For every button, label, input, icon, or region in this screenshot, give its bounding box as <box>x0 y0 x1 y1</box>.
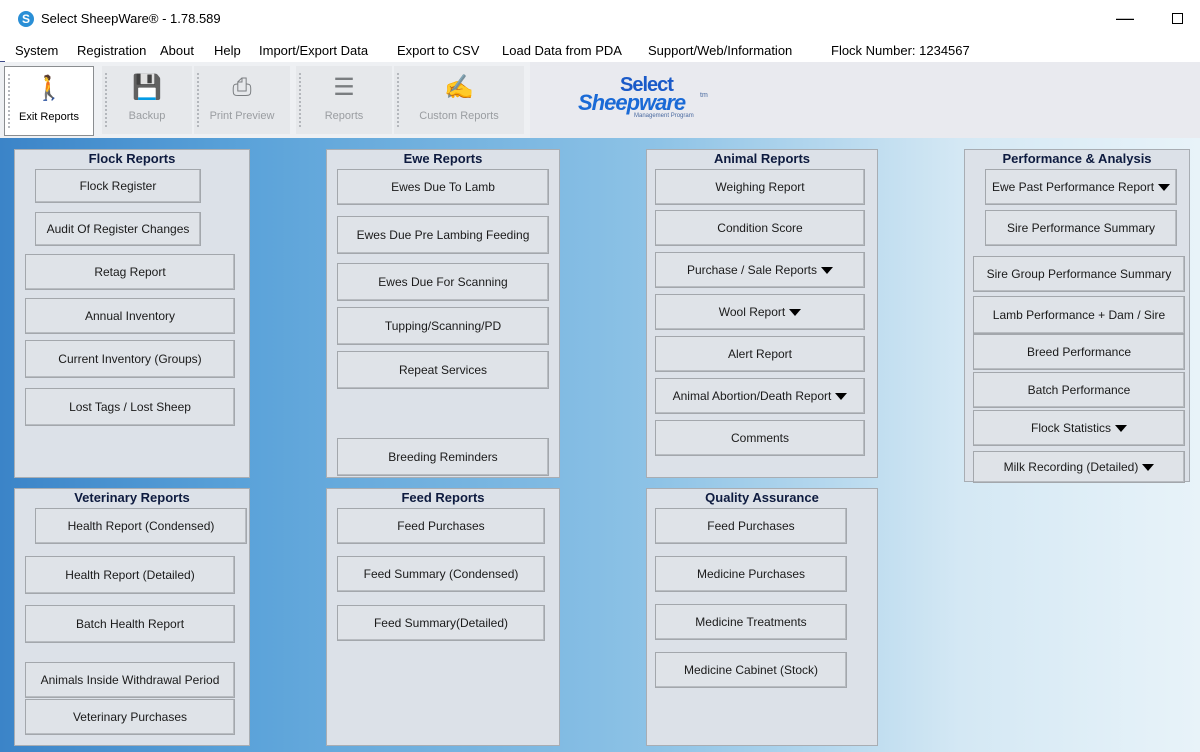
qa-feed-purchases-button[interactable]: Feed Purchases <box>655 508 847 544</box>
exit-reports-label: Exit Reports <box>19 111 79 123</box>
panel-title: Ewe Reports <box>403 151 483 166</box>
flock-register-button[interactable]: Flock Register <box>35 169 201 203</box>
health-report-detailed-button[interactable]: Health Report (Detailed) <box>25 556 235 594</box>
menu-registration[interactable]: Registration <box>77 43 146 58</box>
batch-performance-button[interactable]: Batch Performance <box>973 372 1185 408</box>
lamb-performance-dam-sire-button[interactable]: Lamb Performance + Dam / Sire <box>973 296 1185 334</box>
medicine-cabinet-stock-button[interactable]: Medicine Cabinet (Stock) <box>655 652 847 688</box>
reports-button[interactable]: ☰ Reports <box>296 66 392 134</box>
sire-performance-summary-button[interactable]: Sire Performance Summary <box>985 210 1177 246</box>
window-title: Select SheepWare® - 1.78.589 <box>41 11 221 26</box>
document-edit-icon: ✍ <box>444 74 474 101</box>
backup-button[interactable]: 💾 Backup <box>102 66 192 134</box>
ewes-due-to-lamb-button[interactable]: Ewes Due To Lamb <box>337 169 549 205</box>
feed-summary-detailed-button[interactable]: Feed Summary(Detailed) <box>337 605 545 641</box>
sheepware-logo: Select Sheepware tm Management Program <box>578 74 708 119</box>
menu-help[interactable]: Help <box>214 43 241 58</box>
panel-title: Performance & Analysis <box>1002 151 1152 166</box>
repeat-services-button[interactable]: Repeat Services <box>337 351 549 389</box>
performance-analysis-panel: Performance & Analysis Ewe Past Performa… <box>964 149 1190 483</box>
condition-score-button[interactable]: Condition Score <box>655 210 865 246</box>
reports-label: Reports <box>324 110 364 122</box>
app-logo-icon: S <box>18 11 34 27</box>
menu-load-pda[interactable]: Load Data from PDA <box>502 43 622 58</box>
quality-assurance-panel: Quality Assurance Feed Purchases Medicin… <box>646 488 878 746</box>
document-icon: ☰ <box>333 74 355 101</box>
print-preview-label: Print Preview <box>209 110 275 122</box>
ewes-due-for-scanning-button[interactable]: Ewes Due For Scanning <box>337 263 549 301</box>
animals-inside-withdrawal-period-button[interactable]: Animals Inside Withdrawal Period <box>25 662 235 698</box>
printer-icon: ⎙ <box>232 74 252 101</box>
ewe-past-performance-report-button[interactable]: Ewe Past Performance Report <box>985 169 1177 205</box>
panel-title: Animal Reports <box>713 151 811 166</box>
ewes-due-pre-lambing-feeding-button[interactable]: Ewes Due Pre Lambing Feeding <box>337 216 549 254</box>
milk-recording-detailed-button[interactable]: Milk Recording (Detailed) <box>973 451 1185 483</box>
menu-support[interactable]: Support/Web/Information <box>648 43 792 58</box>
panel-title: Veterinary Reports <box>74 490 190 505</box>
menu-import-export[interactable]: Import/Export Data <box>259 43 368 58</box>
alert-report-button[interactable]: Alert Report <box>655 336 865 372</box>
menu-export-csv[interactable]: Export to CSV <box>397 43 479 58</box>
dropdown-arrow-icon <box>1115 424 1127 432</box>
floppy-disk-icon: 💾 <box>132 74 162 101</box>
breeding-reminders-button[interactable]: Breeding Reminders <box>337 438 549 476</box>
medicine-treatments-button[interactable]: Medicine Treatments <box>655 604 847 640</box>
menu-bar: System Registration About Help Import/Ex… <box>0 40 1200 61</box>
custom-reports-button[interactable]: ✍ Custom Reports <box>394 66 524 134</box>
panel-title: Flock Reports <box>88 151 176 166</box>
dropdown-arrow-icon <box>821 266 834 274</box>
dropdown-arrow-icon <box>1158 183 1171 191</box>
flock-reports-panel: Flock Reports Flock Register Audit Of Re… <box>14 149 250 478</box>
flock-statistics-button[interactable]: Flock Statistics <box>973 410 1185 446</box>
title-bar: S Select SheepWare® - 1.78.589 — <box>0 0 1200 40</box>
maximize-button[interactable] <box>1162 4 1192 32</box>
weighing-report-button[interactable]: Weighing Report <box>655 169 865 205</box>
feed-purchases-button[interactable]: Feed Purchases <box>337 508 545 544</box>
print-preview-button[interactable]: ⎙ Print Preview <box>194 66 290 134</box>
dropdown-arrow-icon <box>1142 463 1155 471</box>
lost-tags-sheep-button[interactable]: Lost Tags / Lost Sheep <box>25 388 235 426</box>
panel-title: Feed Reports <box>401 490 485 505</box>
toolbar-button-strip: 🚶 Exit Reports 💾 Backup ⎙ Print Preview … <box>0 62 530 138</box>
wool-report-button[interactable]: Wool Report <box>655 294 865 330</box>
walking-person-icon: 🚶 <box>34 75 64 102</box>
audit-register-changes-button[interactable]: Audit Of Register Changes <box>35 212 201 246</box>
panel-title: Quality Assurance <box>705 490 819 505</box>
backup-label: Backup <box>128 110 166 122</box>
reports-content-area: Flock Reports Flock Register Audit Of Re… <box>0 138 1200 752</box>
animal-abortion-death-report-button[interactable]: Animal Abortion/Death Report <box>655 378 865 414</box>
purchase-sale-reports-button[interactable]: Purchase / Sale Reports <box>655 252 865 288</box>
menu-about[interactable]: About <box>160 43 194 58</box>
health-report-condensed-button[interactable]: Health Report (Condensed) <box>35 508 247 544</box>
ewe-reports-panel: Ewe Reports Ewes Due To Lamb Ewes Due Pr… <box>326 149 560 478</box>
tupping-scanning-pd-button[interactable]: Tupping/Scanning/PD <box>337 307 549 345</box>
exit-reports-button[interactable]: 🚶 Exit Reports <box>4 66 94 136</box>
comments-button[interactable]: Comments <box>655 420 865 456</box>
animal-reports-panel: Animal Reports Weighing Report Condition… <box>646 149 878 478</box>
minimize-button[interactable]: — <box>1110 4 1140 32</box>
feed-summary-condensed-button[interactable]: Feed Summary (Condensed) <box>337 556 545 592</box>
maximize-icon <box>1171 13 1183 24</box>
medicine-purchases-button[interactable]: Medicine Purchases <box>655 556 847 592</box>
menu-system[interactable]: System <box>15 43 58 58</box>
toolbar: 🚶 Exit Reports 💾 Backup ⎙ Print Preview … <box>0 62 1200 138</box>
sire-group-performance-summary-button[interactable]: Sire Group Performance Summary <box>973 256 1185 292</box>
annual-inventory-button[interactable]: Annual Inventory <box>25 298 235 334</box>
dropdown-arrow-icon <box>835 392 848 400</box>
veterinary-purchases-button[interactable]: Veterinary Purchases <box>25 699 235 735</box>
breed-performance-button[interactable]: Breed Performance <box>973 334 1185 370</box>
current-inventory-groups-button[interactable]: Current Inventory (Groups) <box>25 340 235 378</box>
feed-reports-panel: Feed Reports Feed Purchases Feed Summary… <box>326 488 560 746</box>
batch-health-report-button[interactable]: Batch Health Report <box>25 605 235 643</box>
flock-number-label: Flock Number: 1234567 <box>831 43 970 58</box>
veterinary-reports-panel: Veterinary Reports Health Report (Conden… <box>14 488 250 746</box>
logo-panel: Select Sheepware tm Management Program <box>530 62 1200 138</box>
custom-reports-label: Custom Reports <box>419 110 499 122</box>
dropdown-arrow-icon <box>789 308 802 316</box>
retag-report-button[interactable]: Retag Report <box>25 254 235 290</box>
